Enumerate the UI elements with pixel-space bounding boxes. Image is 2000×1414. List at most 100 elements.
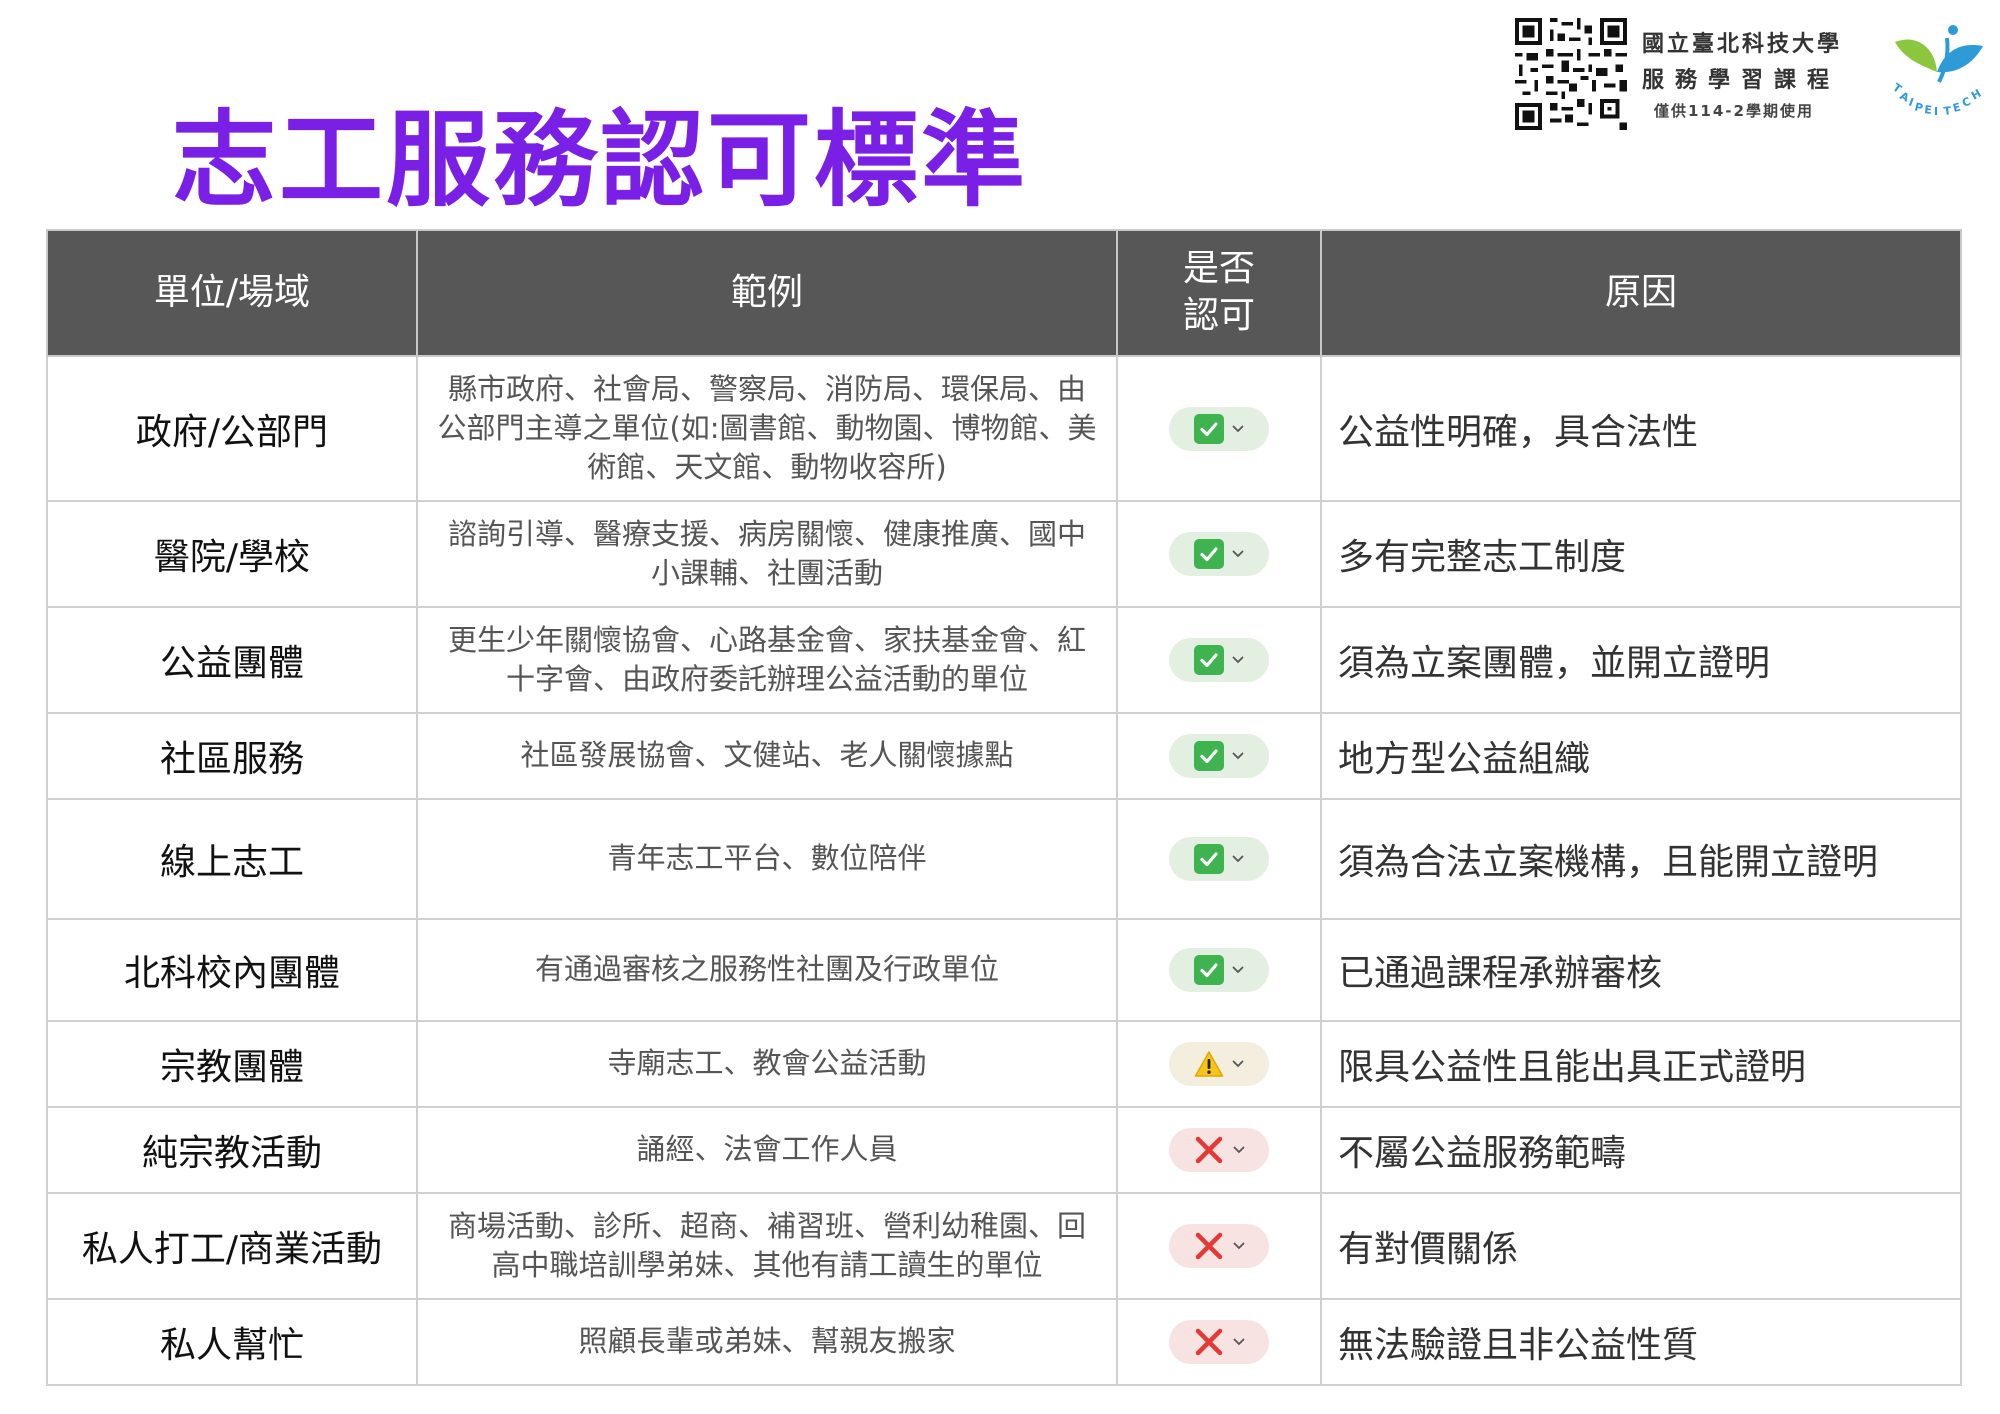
example-cell: 商場活動、診所、超商、補習班、營利幼稚園、回高中職培訓學弟妹、其他有請工讀生的單… bbox=[416, 1192, 1118, 1300]
status-cell bbox=[1116, 355, 1322, 502]
brand-text: 國立臺北科技大學 服務學習課程 僅供114-2學期使用 bbox=[1642, 26, 1842, 121]
reason-cell: 不屬公益服務範疇 bbox=[1320, 1106, 1962, 1194]
table-row: 純宗教活動 誦經、法會工作人員 不屬公益服務範疇 bbox=[46, 1106, 1962, 1194]
header-unit: 單位/場域 bbox=[46, 229, 418, 357]
unit-cell: 北科校內團體 bbox=[46, 918, 418, 1022]
status-dropdown[interactable] bbox=[1169, 532, 1269, 576]
reason-cell: 須為立案團體，並開立證明 bbox=[1320, 606, 1962, 714]
chevron-down-icon bbox=[1232, 550, 1244, 558]
status-cell bbox=[1116, 798, 1322, 920]
chevron-down-icon bbox=[1232, 1060, 1244, 1068]
check-icon bbox=[1194, 741, 1224, 771]
chevron-down-icon bbox=[1232, 855, 1244, 863]
chevron-down-icon bbox=[1232, 966, 1244, 974]
check-icon bbox=[1194, 539, 1224, 569]
svg-text:I: I bbox=[1934, 105, 1938, 118]
status-dropdown[interactable] bbox=[1169, 948, 1269, 992]
example-cell: 更生少年關懷協會、心路基金會、家扶基金會、紅十字會、由政府委託辦理公益活動的單位 bbox=[416, 606, 1118, 714]
example-cell: 諮詢引導、醫療支援、病房關懷、健康推廣、國中小課輔、社團活動 bbox=[416, 500, 1118, 608]
status-cell bbox=[1116, 712, 1322, 800]
unit-cell: 純宗教活動 bbox=[46, 1106, 418, 1194]
status-cell bbox=[1116, 500, 1322, 608]
table-row: 私人打工/商業活動 商場活動、診所、超商、補習班、營利幼稚園、回高中職培訓學弟妹、… bbox=[46, 1192, 1962, 1300]
university-name: 國立臺北科技大學 bbox=[1642, 32, 1843, 57]
svg-text:T: T bbox=[1943, 104, 1952, 118]
example-cell: 社區發展協會、文健站、老人關懷據點 bbox=[416, 712, 1118, 800]
table-row: 政府/公部門 縣市政府、社會局、警察局、消防局、環保局、由公部門主導之單位(如:圖… bbox=[46, 355, 1962, 502]
unit-cell: 醫院/學校 bbox=[46, 500, 418, 608]
status-dropdown[interactable] bbox=[1169, 406, 1269, 451]
table-row: 宗教團體 寺廟志工、教會公益活動 限具公益性且能出具正式證明 bbox=[46, 1020, 1962, 1108]
taipei-tech-logo: T A I P E I T E C H bbox=[1890, 25, 1988, 118]
check-icon bbox=[1194, 413, 1224, 444]
svg-text:E: E bbox=[1952, 100, 1962, 114]
check-icon bbox=[1194, 645, 1224, 675]
reason-cell: 須為合法立案機構，且能開立證明 bbox=[1320, 798, 1962, 920]
example-cell: 青年志工平台、數位陪伴 bbox=[416, 798, 1118, 920]
check-icon bbox=[1194, 955, 1224, 985]
status-dropdown[interactable] bbox=[1169, 734, 1269, 778]
table-row: 北科校內團體 有通過審核之服務性社團及行政單位 已通過課程承辦審核 bbox=[46, 918, 1962, 1022]
svg-text:H: H bbox=[1969, 87, 1983, 103]
example-cell: 有通過審核之服務性社團及行政單位 bbox=[416, 918, 1118, 1022]
reason-cell: 限具公益性且能出具正式證明 bbox=[1320, 1020, 1962, 1108]
reason-cell: 多有完整志工制度 bbox=[1320, 500, 1962, 608]
unit-cell: 私人幫忙 bbox=[46, 1298, 418, 1386]
cross-icon bbox=[1195, 1328, 1223, 1356]
cross-icon bbox=[1195, 1136, 1223, 1164]
table-row: 公益團體 更生少年關懷協會、心路基金會、家扶基金會、紅十字會、由政府委託辦理公益活… bbox=[46, 606, 1962, 714]
status-dropdown[interactable] bbox=[1169, 837, 1269, 881]
unit-cell: 宗教團體 bbox=[46, 1020, 418, 1108]
criteria-table: 單位/場域 範例 是否 認可 原因 政府/公部門 縣市政府、社會局、警察局、消防局… bbox=[46, 229, 1962, 1386]
reason-cell: 有對價關係 bbox=[1320, 1192, 1962, 1300]
table-row: 線上志工 青年志工平台、數位陪伴 須為合法立案機構，且能開立證明 bbox=[46, 798, 1962, 920]
table-row: 醫院/學校 諮詢引導、醫療支援、病房關懷、健康推廣、國中小課輔、社團活動 多有完整志… bbox=[46, 500, 1962, 608]
example-cell: 寺廟志工、教會公益活動 bbox=[416, 1020, 1118, 1108]
unit-cell: 政府/公部門 bbox=[46, 355, 418, 502]
chevron-down-icon bbox=[1232, 425, 1244, 432]
check-icon bbox=[1194, 844, 1224, 874]
status-cell bbox=[1116, 918, 1322, 1022]
example-cell: 照顧長輩或弟妹、幫親友搬家 bbox=[416, 1298, 1118, 1386]
chevron-down-icon bbox=[1233, 1338, 1245, 1346]
chevron-down-icon bbox=[1233, 1242, 1245, 1250]
page-title: 志工服務認可標準 bbox=[172, 99, 1029, 221]
unit-cell: 私人打工/商業活動 bbox=[46, 1192, 418, 1300]
header-approved: 是否 認可 bbox=[1116, 229, 1322, 357]
svg-text:P: P bbox=[1913, 100, 1924, 115]
brand-block: 國立臺北科技大學 服務學習課程 僅供114-2學期使用 T A I P E I … bbox=[1515, 18, 1988, 138]
warning-icon bbox=[1194, 1051, 1224, 1077]
status-cell bbox=[1116, 1192, 1322, 1300]
status-dropdown[interactable] bbox=[1169, 1042, 1269, 1086]
status-cell bbox=[1116, 1020, 1322, 1108]
example-cell: 誦經、法會工作人員 bbox=[416, 1106, 1118, 1194]
table-row: 私人幫忙 照顧長輩或弟妹、幫親友搬家 無法驗證且非公益性質 bbox=[46, 1298, 1962, 1386]
chevron-down-icon bbox=[1232, 656, 1244, 664]
chevron-down-icon bbox=[1233, 1146, 1245, 1154]
example-cell: 縣市政府、社會局、警察局、消防局、環保局、由公部門主導之單位(如:圖書館、動物園… bbox=[416, 355, 1118, 502]
table-row: 社區服務 社區發展協會、文健站、老人關懷據點 地方型公益組織 bbox=[46, 712, 1962, 800]
header-reason: 原因 bbox=[1320, 229, 1962, 357]
table-body: 政府/公部門 縣市政府、社會局、警察局、消防局、環保局、由公部門主導之單位(如:圖… bbox=[46, 355, 1962, 1386]
qr-code-icon bbox=[1515, 18, 1627, 130]
reason-cell: 地方型公益組織 bbox=[1320, 712, 1962, 800]
unit-cell: 線上志工 bbox=[46, 798, 418, 920]
svg-text:C: C bbox=[1960, 95, 1972, 110]
status-dropdown[interactable] bbox=[1169, 638, 1269, 682]
status-cell bbox=[1116, 1298, 1322, 1386]
usage-note: 僅供114-2學期使用 bbox=[1654, 102, 1814, 120]
status-cell bbox=[1116, 1106, 1322, 1194]
svg-text:E: E bbox=[1924, 103, 1933, 117]
status-dropdown[interactable] bbox=[1169, 1224, 1269, 1268]
status-dropdown[interactable] bbox=[1169, 1320, 1269, 1364]
reason-cell: 無法驗證且非公益性質 bbox=[1320, 1298, 1962, 1386]
course-name: 服務學習課程 bbox=[1642, 68, 1841, 93]
status-dropdown[interactable] bbox=[1169, 1128, 1269, 1172]
reason-cell: 公益性明確，具合法性 bbox=[1320, 355, 1962, 502]
reason-cell: 已通過課程承辦審核 bbox=[1320, 918, 1962, 1022]
cross-icon bbox=[1195, 1232, 1223, 1260]
header-example: 範例 bbox=[416, 229, 1118, 357]
table-header-row: 單位/場域 範例 是否 認可 原因 bbox=[46, 229, 1962, 357]
chevron-down-icon bbox=[1232, 752, 1244, 760]
unit-cell: 公益團體 bbox=[46, 606, 418, 714]
